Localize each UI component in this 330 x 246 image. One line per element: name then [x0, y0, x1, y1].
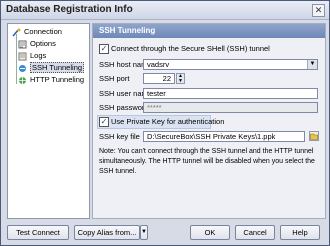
settings-tree: Connection Options Logs SSH Tunneling HT… [7, 23, 90, 219]
ssh-port-label: SSH port [99, 74, 130, 83]
dialog-window: Database Registration Info ✕ Connection … [0, 0, 330, 246]
browse-key-button[interactable] [309, 131, 319, 141]
ssh-user-input[interactable]: tester [143, 88, 318, 99]
tree-item-label: Logs [30, 51, 47, 60]
connection-icon [12, 28, 21, 37]
tree-item-label: Connection [24, 27, 62, 36]
cancel-button[interactable]: Cancel [235, 225, 275, 240]
copy-alias-dropdown[interactable]: ▼ [140, 225, 148, 240]
close-button[interactable]: ✕ [312, 4, 325, 17]
tree-item-http-tunneling[interactable]: HTTP Tunneling [18, 74, 84, 86]
tree-item-ssh-tunneling[interactable]: SSH Tunneling [18, 62, 85, 74]
logs-icon [18, 52, 27, 61]
ssh-user-value: tester [147, 89, 166, 98]
copy-alias-button[interactable]: Copy Alias from... [74, 225, 140, 240]
ssh-key-input[interactable]: D:\SecureBox\SSH Private Keys\1.ppk [143, 131, 305, 142]
http-tunnel-icon [18, 76, 27, 85]
use-private-key-checkbox[interactable]: ✓ [99, 117, 109, 127]
ssh-port-value: 22 [162, 74, 171, 83]
chevron-down-icon[interactable]: ▼ [307, 60, 317, 69]
tunnel-note: Note: You can't connect through the SSH … [99, 148, 315, 175]
tree-item-logs[interactable]: Logs [18, 50, 46, 62]
help-button[interactable]: Help [280, 225, 320, 240]
tree-item-label: HTTP Tunneling [30, 75, 85, 84]
connect-ssh-label: Connect through the Secure SHell (SSH) t… [111, 44, 270, 53]
ssh-port-input[interactable]: 22 [143, 73, 175, 84]
chevron-down-icon: ▼ [141, 229, 147, 235]
ssh-password-label: SSH password [99, 103, 149, 112]
close-icon: ✕ [314, 5, 323, 15]
tree-item-label: SSH Tunneling [30, 62, 85, 73]
tree-item-options[interactable]: Options [18, 38, 56, 50]
options-icon [18, 40, 27, 49]
tree-item-connection[interactable]: Connection [12, 26, 62, 38]
title-bar[interactable]: Database Registration Info ✕ [1, 1, 329, 20]
tree-item-label: Options [30, 39, 56, 48]
ssh-host-value: vadsrv [147, 60, 170, 69]
ssh-key-label: SSH key file [99, 132, 140, 141]
test-connect-button[interactable]: Test Connect [7, 225, 69, 240]
panel-header: SSH Tunneling [93, 24, 325, 38]
ssh-port-spinner[interactable]: ▲ ▼ [176, 73, 185, 84]
use-private-key-label: Use Private Key for authentication [111, 117, 225, 126]
spin-down-icon[interactable]: ▼ [177, 78, 184, 84]
ok-button[interactable]: OK [190, 225, 230, 240]
folder-icon [310, 133, 318, 140]
ssh-tunnel-icon [18, 64, 27, 73]
ssh-tunneling-panel: SSH Tunneling ✓ Connect through the Secu… [92, 23, 326, 219]
ssh-host-select[interactable]: vadsrv ▼ [143, 59, 318, 70]
connect-ssh-checkbox[interactable]: ✓ [99, 44, 109, 54]
window-title: Database Registration Info [6, 4, 133, 15]
ssh-password-value: ***** [147, 103, 162, 112]
ssh-password-input[interactable]: ***** [143, 102, 318, 113]
tree-connector-line [16, 34, 17, 84]
ssh-key-value: D:\SecureBox\SSH Private Keys\1.ppk [147, 132, 276, 141]
